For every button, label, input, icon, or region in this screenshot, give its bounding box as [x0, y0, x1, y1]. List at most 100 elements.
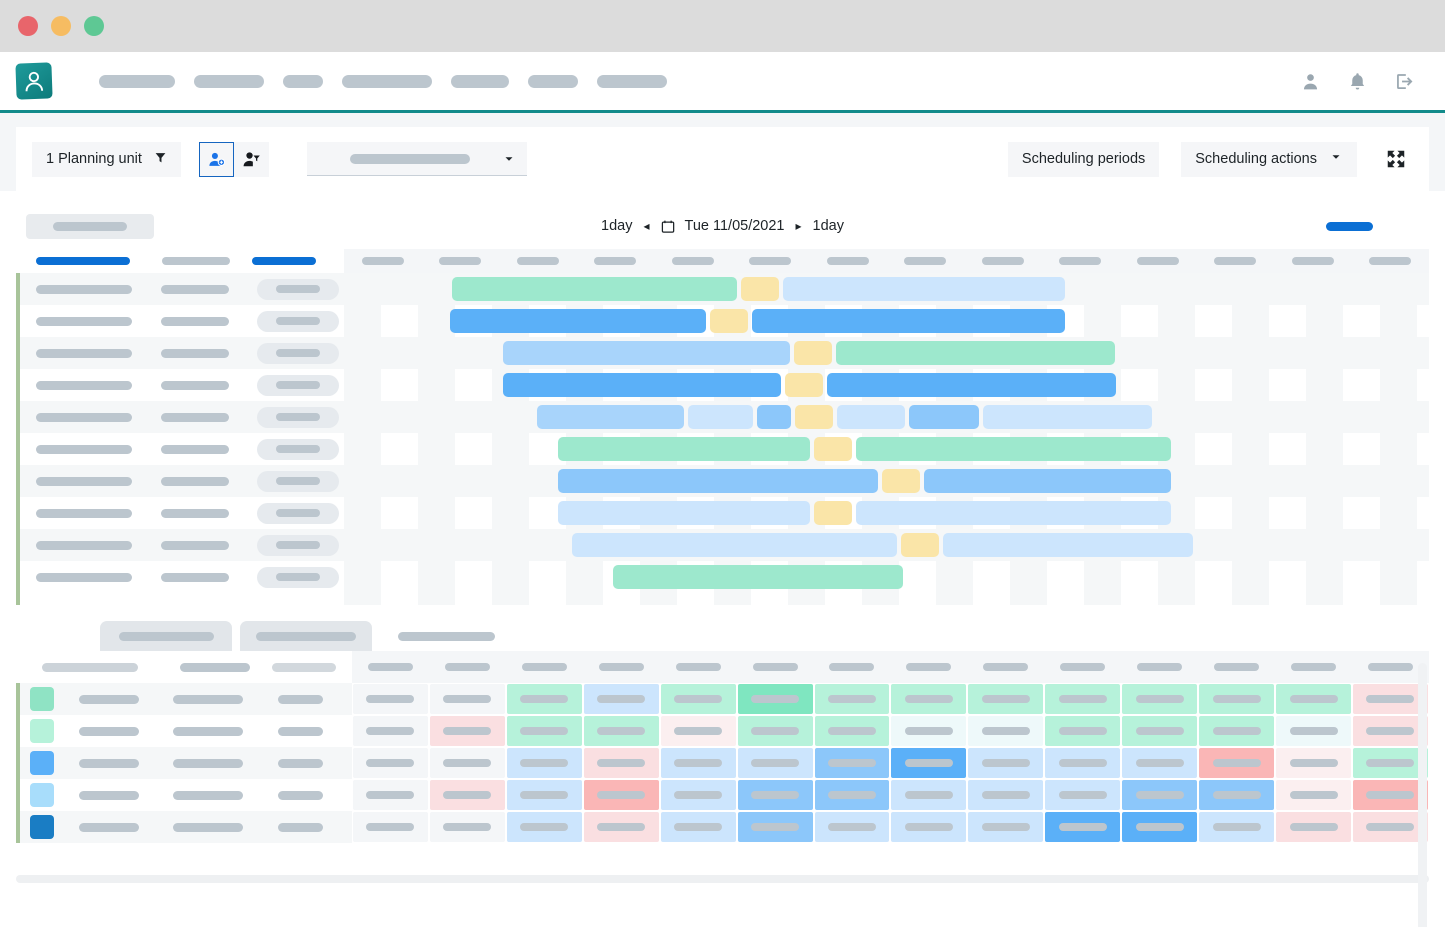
- gantt-bar[interactable]: [752, 309, 1065, 333]
- planning-select[interactable]: [306, 142, 527, 176]
- gantt-bar[interactable]: [837, 405, 905, 429]
- matrix-cell[interactable]: [1352, 716, 1428, 746]
- gantt-bar[interactable]: [856, 501, 1171, 525]
- matrix-cell[interactable]: [814, 812, 890, 842]
- matrix-cell[interactable]: [737, 812, 813, 842]
- bottom-row[interactable]: [20, 779, 352, 811]
- bottom-col-header-2[interactable]: [180, 662, 250, 672]
- gantt-resource-row[interactable]: [20, 369, 344, 401]
- matrix-cell[interactable]: [353, 748, 428, 778]
- gantt-resource-row[interactable]: [20, 401, 344, 433]
- matrix-cell[interactable]: [968, 812, 1044, 842]
- tab-4[interactable]: [380, 621, 512, 651]
- matrix-cell[interactable]: [660, 716, 736, 746]
- planning-unit-filter-button[interactable]: 1 Planning unit: [32, 141, 181, 177]
- matrix-cell[interactable]: [1122, 812, 1198, 842]
- gantt-bar[interactable]: [783, 277, 1065, 301]
- bottom-row[interactable]: [20, 715, 352, 747]
- gantt-bar[interactable]: [710, 309, 748, 333]
- matrix-cell[interactable]: [1199, 716, 1275, 746]
- matrix-cell[interactable]: [1352, 684, 1428, 714]
- gantt-resource-row[interactable]: [20, 465, 344, 497]
- matrix-cell[interactable]: [1045, 812, 1121, 842]
- vertical-scrollbar[interactable]: [1418, 663, 1427, 927]
- scheduling-actions-button[interactable]: Scheduling actions: [1181, 141, 1357, 177]
- matrix-cell[interactable]: [737, 716, 813, 746]
- person-filter-button[interactable]: [233, 141, 269, 177]
- matrix-cell[interactable]: [583, 780, 659, 810]
- gantt-bar[interactable]: [450, 309, 706, 333]
- window-maximize-button[interactable]: [84, 16, 104, 36]
- matrix-cell[interactable]: [737, 684, 813, 714]
- tab-1[interactable]: [24, 621, 92, 651]
- gantt-bar[interactable]: [558, 501, 810, 525]
- bottom-col-header-3[interactable]: [272, 662, 336, 672]
- matrix-cell[interactable]: [1199, 780, 1275, 810]
- matrix-cell[interactable]: [1122, 716, 1198, 746]
- matrix-cell[interactable]: [891, 748, 967, 778]
- scheduling-periods-button[interactable]: Scheduling periods: [1007, 141, 1160, 177]
- matrix-cell[interactable]: [1122, 748, 1198, 778]
- bottom-row[interactable]: [20, 811, 352, 843]
- matrix-cell[interactable]: [429, 780, 505, 810]
- resource-badge[interactable]: [257, 278, 339, 300]
- bottom-col-header-1[interactable]: [42, 662, 138, 672]
- window-close-button[interactable]: [18, 16, 38, 36]
- matrix-cell[interactable]: [353, 716, 428, 746]
- logout-icon[interactable]: [1394, 71, 1415, 92]
- gantt-resource-row[interactable]: [20, 433, 344, 465]
- matrix-cell[interactable]: [1276, 780, 1351, 810]
- matrix-cell[interactable]: [506, 780, 582, 810]
- matrix-cell[interactable]: [968, 684, 1044, 714]
- matrix-cell[interactable]: [660, 748, 736, 778]
- matrix-cell[interactable]: [506, 716, 582, 746]
- matrix-cell[interactable]: [660, 812, 736, 842]
- matrix-cell[interactable]: [429, 684, 505, 714]
- matrix-cell[interactable]: [506, 812, 582, 842]
- gantt-bar[interactable]: [503, 373, 781, 397]
- matrix-cell[interactable]: [1276, 812, 1351, 842]
- matrix-cell[interactable]: [1045, 748, 1121, 778]
- matrix-cell[interactable]: [506, 684, 582, 714]
- matrix-cell[interactable]: [583, 684, 659, 714]
- person-logo-icon[interactable]: [15, 62, 53, 100]
- matrix-cell[interactable]: [583, 748, 659, 778]
- gantt-bar[interactable]: [795, 405, 833, 429]
- matrix-cell[interactable]: [1276, 716, 1351, 746]
- matrix-cell[interactable]: [353, 812, 428, 842]
- nav-item-1[interactable]: [99, 74, 175, 88]
- matrix-cell[interactable]: [429, 716, 505, 746]
- resource-badge[interactable]: [257, 438, 339, 460]
- matrix-cell[interactable]: [891, 716, 967, 746]
- matrix-cell[interactable]: [891, 780, 967, 810]
- matrix-cell[interactable]: [737, 780, 813, 810]
- gantt-resource-row[interactable]: [20, 561, 344, 593]
- matrix-cell[interactable]: [968, 748, 1044, 778]
- matrix-cell[interactable]: [1199, 812, 1275, 842]
- gantt-bar[interactable]: [909, 405, 979, 429]
- matrix-cell[interactable]: [1276, 748, 1351, 778]
- matrix-cell[interactable]: [1199, 684, 1275, 714]
- gantt-bar[interactable]: [814, 437, 852, 461]
- matrix-cell[interactable]: [429, 812, 505, 842]
- gantt-bar[interactable]: [943, 533, 1193, 557]
- bottom-row[interactable]: [20, 683, 352, 715]
- gantt-bar[interactable]: [785, 373, 823, 397]
- matrix-cell[interactable]: [1276, 684, 1351, 714]
- gantt-bar[interactable]: [983, 405, 1152, 429]
- matrix-cell[interactable]: [660, 780, 736, 810]
- nav-item-4[interactable]: [342, 74, 432, 88]
- bottom-row[interactable]: [20, 747, 352, 779]
- gantt-bar[interactable]: [558, 437, 810, 461]
- matrix-cell[interactable]: [583, 716, 659, 746]
- nav-item-3[interactable]: [283, 74, 323, 88]
- matrix-cell[interactable]: [660, 684, 736, 714]
- resource-badge[interactable]: [257, 470, 339, 492]
- matrix-cell[interactable]: [1352, 780, 1428, 810]
- gantt-resource-row[interactable]: [20, 497, 344, 529]
- gantt-bar[interactable]: [882, 469, 920, 493]
- gantt-bar[interactable]: [924, 469, 1171, 493]
- matrix-cell[interactable]: [1045, 684, 1121, 714]
- fullscreen-button[interactable]: [1379, 142, 1413, 176]
- gantt-filter-chip[interactable]: [26, 213, 154, 239]
